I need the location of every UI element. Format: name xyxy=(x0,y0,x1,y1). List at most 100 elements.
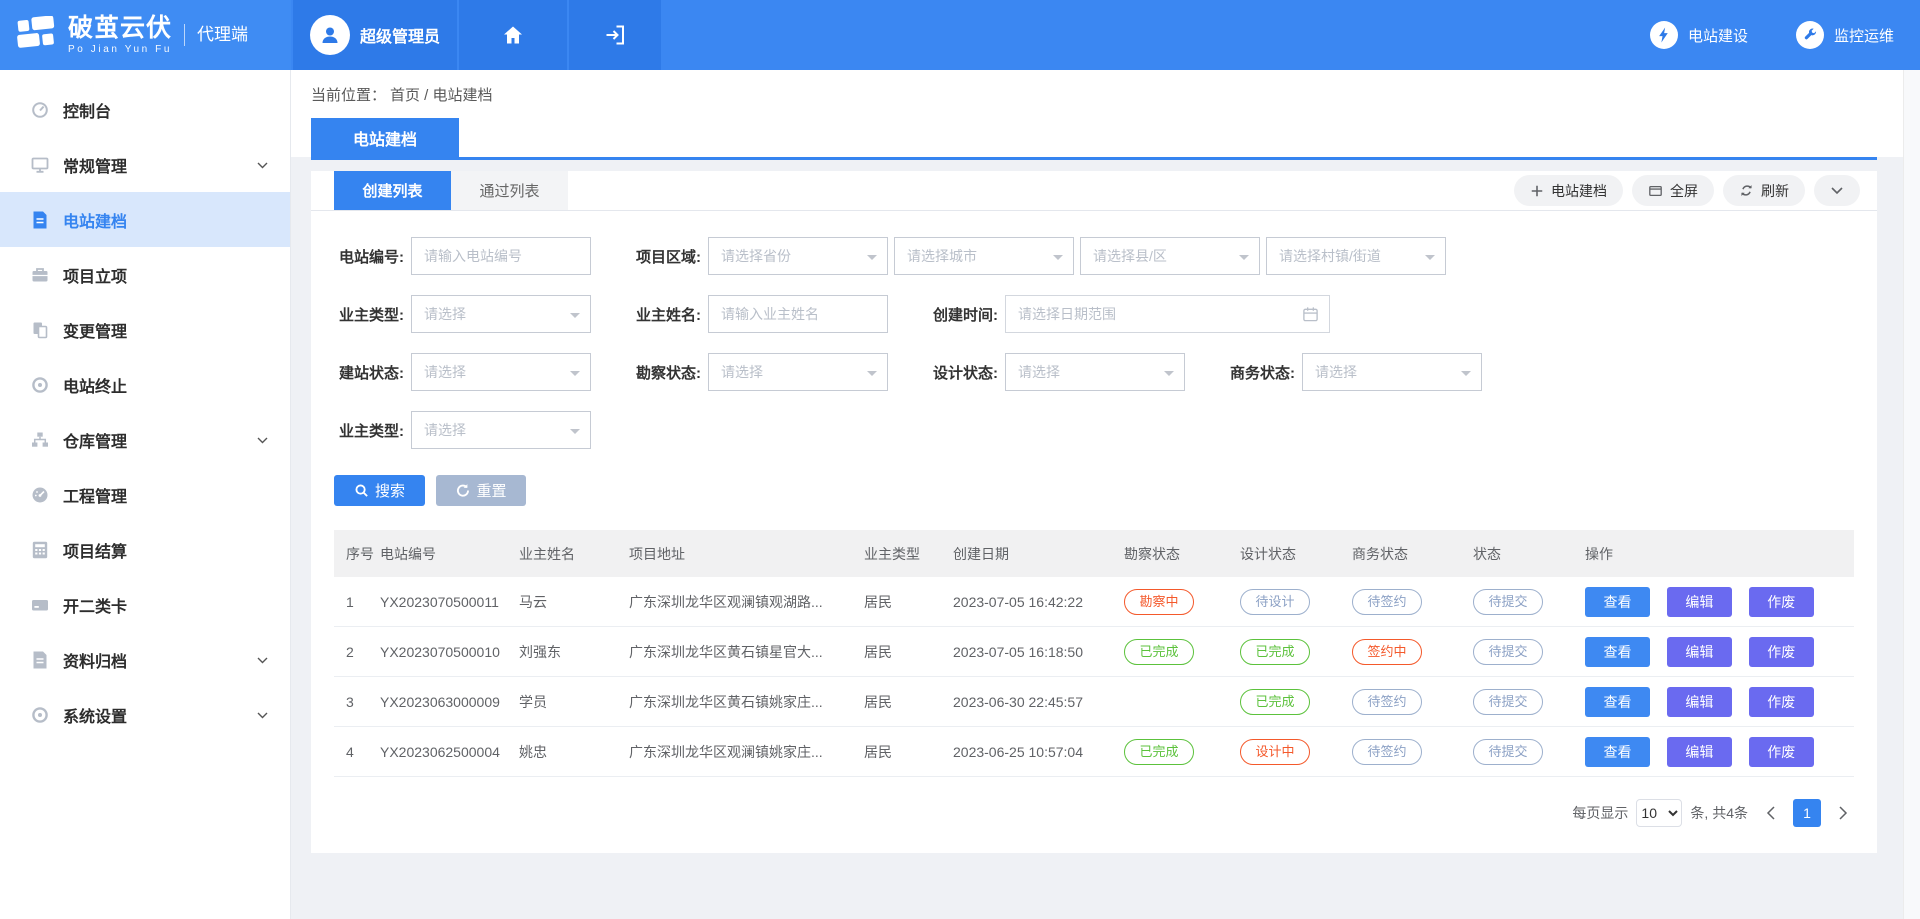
home-button[interactable] xyxy=(459,0,567,70)
tab-passed-list[interactable]: 通过列表 xyxy=(451,171,568,210)
sidebar-item-general-mgmt[interactable]: 常规管理 xyxy=(0,137,290,192)
date-range-picker[interactable] xyxy=(1005,295,1330,333)
status-badge: 已完成 xyxy=(1240,639,1310,665)
breadcrumb-path[interactable]: 首页 / 电站建档 xyxy=(390,84,493,105)
monitor-icon xyxy=(30,156,50,174)
table-row: 4 YX2023062500004 姚忠 广东深圳龙华区观澜镇姚家庄... 居民… xyxy=(334,727,1854,777)
chevron-down-icon xyxy=(257,156,268,174)
owner-type2-select[interactable]: 请选择 xyxy=(411,411,591,449)
next-page-button[interactable] xyxy=(1833,806,1854,820)
sidebar-item-project-settlement[interactable]: 项目结算 xyxy=(0,522,290,577)
city-select[interactable]: 请选择城市 xyxy=(894,237,1074,275)
station-code-input-wrap xyxy=(411,237,591,275)
survey-status-label: 勘察状态: xyxy=(631,362,701,383)
status-badge: 签约中 xyxy=(1352,639,1422,665)
sidebar-item-project-initiation[interactable]: 项目立项 xyxy=(0,247,290,302)
quick-nav-build-label: 电站建设 xyxy=(1688,25,1748,46)
sidebar-item-system-settings[interactable]: 系统设置 xyxy=(0,687,290,742)
survey-status-select[interactable]: 请选择 xyxy=(708,353,888,391)
filter-form: 电站编号: 项目区域: 请选择省份 请选择城市 请选择县/区 请选择村镇/ xyxy=(311,211,1877,449)
sidebar-item-data-archive[interactable]: 资料归档 xyxy=(0,632,290,687)
tab-create-list[interactable]: 创建列表 xyxy=(334,171,451,210)
status-badge: 勘察中 xyxy=(1124,589,1194,615)
briefcase-icon xyxy=(30,266,50,284)
table-row: 3 YX2023063000009 学员 广东深圳龙华区黄石镇姚家庄... 居民… xyxy=(334,677,1854,727)
province-select[interactable]: 请选择省份 xyxy=(708,237,888,275)
build-status-select[interactable]: 请选择 xyxy=(411,353,591,391)
home-icon xyxy=(501,23,525,47)
breadcrumb: 当前位置： 首页 / 电站建档 xyxy=(291,70,1920,118)
add-station-button[interactable]: 电站建档 xyxy=(1514,175,1623,206)
page-tab-station-filing[interactable]: 电站建档 xyxy=(311,118,459,157)
per-page-select[interactable]: 10 xyxy=(1636,799,1682,827)
reset-button[interactable]: 重置 xyxy=(436,475,526,506)
app-window: 破茧云伏 Po Jian Yun Fu 代理端 超级管理员 xyxy=(0,0,1920,919)
date-range-input[interactable] xyxy=(1006,306,1302,322)
per-page-label: 每页显示 xyxy=(1572,803,1628,823)
owner-name-input[interactable] xyxy=(709,306,887,322)
page-tab-row: 电站建档 xyxy=(291,118,1920,157)
view-button[interactable]: 查看 xyxy=(1585,737,1650,767)
status-badge: 已完成 xyxy=(1124,739,1194,765)
refresh-icon xyxy=(1739,183,1754,198)
owner-type2-label: 业主类型: xyxy=(334,420,404,441)
quick-nav-monitor-label: 监控运维 xyxy=(1834,25,1894,46)
search-button[interactable]: 搜索 xyxy=(334,475,425,506)
quick-nav-build[interactable]: 电站建设 xyxy=(1650,21,1748,49)
reset-icon xyxy=(455,483,470,498)
sidebar-item-station-termination[interactable]: 电站终止 xyxy=(0,357,290,412)
prev-page-button[interactable] xyxy=(1760,806,1781,820)
document-icon xyxy=(30,211,50,229)
table-row: 1 YX2023070500011 马云 广东深圳龙华区观澜镇观湖路... 居民… xyxy=(334,577,1854,627)
sidebar-item-station-filing[interactable]: 电站建档 xyxy=(0,192,290,247)
quick-nav-monitor[interactable]: 监控运维 xyxy=(1796,21,1894,49)
sidebar-item-console[interactable]: 控制台 xyxy=(0,82,290,137)
card-icon xyxy=(30,596,50,614)
view-button[interactable]: 查看 xyxy=(1585,587,1650,617)
table-header-row: 序号 电站编号 业主姓名 项目地址 业主类型 创建日期 勘察状态 设计状态 商务… xyxy=(334,530,1854,577)
design-status-select[interactable]: 请选择 xyxy=(1005,353,1185,391)
edit-button[interactable]: 编辑 xyxy=(1667,737,1732,767)
view-button[interactable]: 查看 xyxy=(1585,687,1650,717)
refresh-button[interactable]: 刷新 xyxy=(1723,175,1805,206)
build-status-label: 建站状态: xyxy=(334,362,404,383)
breadcrumb-label: 当前位置： xyxy=(311,84,386,105)
sidebar-item-class2-card[interactable]: 开二类卡 xyxy=(0,577,290,632)
portal-label: 代理端 xyxy=(184,24,248,46)
person-icon xyxy=(318,23,342,47)
calendar-icon xyxy=(1302,306,1319,323)
void-button[interactable]: 作废 xyxy=(1749,687,1814,717)
void-button[interactable]: 作废 xyxy=(1749,737,1814,767)
view-button[interactable]: 查看 xyxy=(1585,637,1650,667)
station-code-input[interactable] xyxy=(412,248,590,264)
logout-icon xyxy=(603,23,627,47)
table-row: 2 YX2023070500010 刘强东 广东深圳龙华区黄石镇星官大... 居… xyxy=(334,627,1854,677)
panel-header: 创建列表 通过列表 电站建档 全屏 xyxy=(311,171,1877,211)
owner-type-select[interactable]: 请选择 xyxy=(411,295,591,333)
void-button[interactable]: 作废 xyxy=(1749,637,1814,667)
station-code-label: 电站编号: xyxy=(334,246,404,267)
page-number-button[interactable]: 1 xyxy=(1793,799,1821,827)
calculator-icon xyxy=(30,541,50,559)
archive-icon xyxy=(30,651,50,669)
logout-button[interactable] xyxy=(569,0,661,70)
edit-button[interactable]: 编辑 xyxy=(1667,587,1732,617)
user-menu[interactable]: 超级管理员 xyxy=(293,0,457,70)
brand-subtitle: Po Jian Yun Fu xyxy=(68,45,172,55)
panel-toolbar: 电站建档 全屏 刷新 xyxy=(1505,171,1877,210)
collapse-toolbar-button[interactable] xyxy=(1814,175,1860,206)
edit-button[interactable]: 编辑 xyxy=(1667,687,1732,717)
plus-icon xyxy=(1530,184,1544,198)
void-button[interactable]: 作废 xyxy=(1749,587,1814,617)
fullscreen-button[interactable]: 全屏 xyxy=(1632,175,1714,206)
business-status-select[interactable]: 请选择 xyxy=(1302,353,1482,391)
district-select[interactable]: 请选择县/区 xyxy=(1080,237,1260,275)
edit-button[interactable]: 编辑 xyxy=(1667,637,1732,667)
sidebar-item-change-mgmt[interactable]: 变更管理 xyxy=(0,302,290,357)
sidebar-item-warehouse-mgmt[interactable]: 仓库管理 xyxy=(0,412,290,467)
scrollbar[interactable] xyxy=(1903,70,1920,919)
sidebar-item-engineering-mgmt[interactable]: 工程管理 xyxy=(0,467,290,522)
town-select[interactable]: 请选择村镇/街道 xyxy=(1266,237,1446,275)
station-filing-panel: 创建列表 通过列表 电站建档 全屏 xyxy=(311,171,1877,853)
chevron-left-icon xyxy=(1766,806,1775,820)
